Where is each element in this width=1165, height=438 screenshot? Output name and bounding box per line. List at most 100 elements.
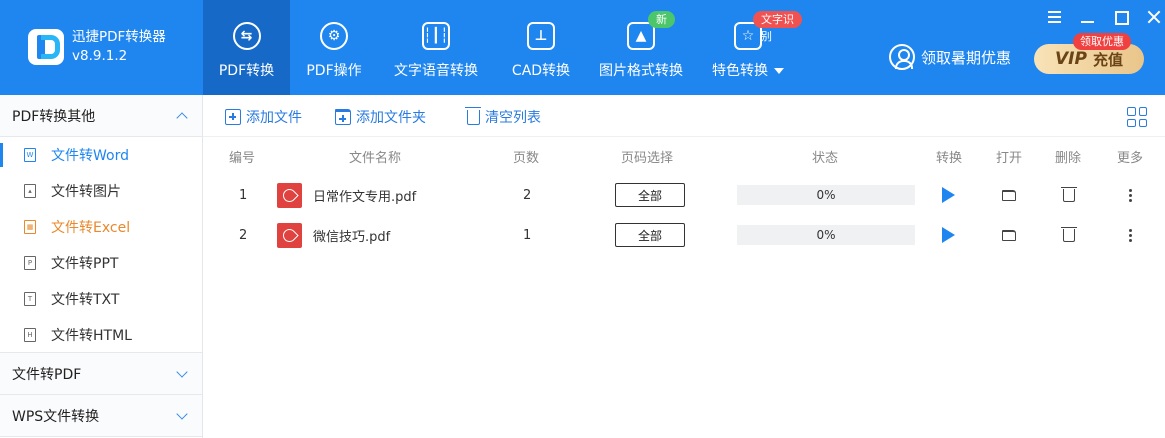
trash-icon [465, 106, 481, 125]
file-name: 微信技巧.pdf [313, 229, 391, 245]
window-controls [1031, 8, 1163, 26]
play-convert-icon[interactable] [942, 227, 955, 243]
add-folder-button[interactable]: 添加文件夹 [335, 107, 426, 127]
vip-discount-tag: 领取优惠 [1073, 33, 1131, 50]
file-name: 日常作文专用.pdf [313, 189, 417, 205]
add-file-button[interactable]: 添加文件 [225, 107, 302, 127]
sidebar-item-to-excel[interactable]: ▦ 文件转Excel [0, 209, 202, 245]
summer-promo-link[interactable]: 领取暑期优惠 [889, 44, 1011, 70]
pdf-convert-icon: ⇆ [232, 22, 261, 50]
table-row: 2 微信技巧.pdf 1 全部 0% [203, 215, 1165, 255]
delete-trash-icon[interactable] [1061, 226, 1077, 242]
chevron-down-icon [176, 407, 188, 420]
app-logo-icon [28, 29, 64, 65]
row-number: 2 [239, 227, 248, 243]
ppt-file-icon: P [24, 256, 36, 270]
file-table: 编号 文件名称 页数 页码选择 状态 转换 打开 删除 更多 1 日常作文专用.… [203, 137, 1165, 255]
nav-tab-image-format[interactable]: ▲ 图片格式转换 新 [588, 0, 694, 95]
more-options-icon[interactable] [1129, 193, 1132, 197]
html-file-icon: H [24, 328, 36, 342]
col-header-name: 文件名称 [349, 150, 402, 166]
maximize-icon[interactable] [1112, 8, 1130, 26]
col-header-range: 页码选择 [621, 150, 674, 166]
delete-trash-icon[interactable] [1061, 186, 1077, 202]
nav-tab-label: CAD转换 [511, 63, 571, 79]
sidebar-item-to-txt[interactable]: T 文件转TXT [0, 281, 202, 317]
page-range-select[interactable]: 全部 [615, 223, 685, 247]
more-options-icon[interactable] [1129, 233, 1132, 237]
clear-list-label: 清空列表 [485, 110, 541, 126]
col-header-delete: 删除 [1055, 150, 1082, 166]
user-icon [889, 44, 915, 70]
sidebar-section-wps-convert[interactable]: WPS文件转换 [0, 395, 202, 437]
promo-label: 领取暑期优惠 [921, 48, 1012, 67]
nav-tab-text-voice[interactable]: ┆┃┆ 文字语音转换 [378, 0, 494, 95]
col-header-more: 更多 [1117, 150, 1144, 166]
col-header-pages: 页数 [513, 150, 540, 166]
menu-icon[interactable] [1046, 8, 1064, 26]
nav-tab-label: PDF转换 [218, 63, 275, 79]
page-count: 1 [523, 227, 532, 243]
nav-tab-label: 特色转换 [712, 63, 768, 79]
add-folder-icon [335, 109, 351, 125]
cad-icon: ⊥ [527, 22, 555, 50]
add-file-label: 添加文件 [246, 110, 302, 126]
excel-file-icon: ▦ [24, 220, 36, 234]
open-folder-icon[interactable] [1002, 189, 1016, 201]
section-label: PDF转换其他 [12, 108, 96, 125]
sidebar-item-to-ppt[interactable]: P 文件转PPT [0, 245, 202, 281]
add-file-icon [225, 109, 241, 125]
sidebar-item-label: 文件转PPT [51, 256, 119, 272]
sidebar-item-label: 文件转Word [51, 148, 129, 164]
nav-tab-pdf-convert[interactable]: ⇆ PDF转换 [203, 0, 290, 95]
sidebar-section-pdf-convert-other[interactable]: PDF转换其他 [0, 95, 202, 137]
add-folder-label: 添加文件夹 [356, 110, 426, 126]
col-header-open: 打开 [996, 150, 1023, 166]
file-toolbar: 添加文件 添加文件夹 清空列表 [203, 95, 1165, 137]
sidebar-item-to-word[interactable]: W 文件转Word [0, 137, 202, 173]
vip-brand: VIP [1055, 49, 1087, 69]
app-version: v8.9.1.2 [72, 48, 128, 64]
chevron-down-icon [176, 365, 188, 378]
voice-wave-icon: ┆┃┆ [422, 22, 450, 50]
image-file-icon: ▴ [24, 184, 36, 198]
grid-view-icon[interactable] [1127, 107, 1147, 127]
main-nav: ⇆ PDF转换 ⚙ PDF操作 ┆┃┆ 文字语音转换 ⊥ CAD转换 ▲ 图片格… [203, 0, 802, 95]
conversion-progress: 0% [737, 185, 915, 205]
nav-tab-pdf-operate[interactable]: ⚙ PDF操作 [290, 0, 378, 95]
nav-tab-special-convert[interactable]: ☆ 特色转换 文字识别 [694, 0, 802, 95]
clear-list-button[interactable]: 清空列表 [465, 106, 541, 127]
table-row: 1 日常作文专用.pdf 2 全部 0% [203, 175, 1165, 215]
title-bar: 迅捷PDF转换器 v8.9.1.2 ⇆ PDF转换 ⚙ PDF操作 ┆┃┆ 文字… [0, 0, 1165, 95]
nav-tab-cad[interactable]: ⊥ CAD转换 [494, 0, 588, 95]
nav-tab-label: 文字语音转换 [394, 63, 478, 79]
row-number: 1 [239, 187, 248, 203]
sidebar-section-file-to-pdf[interactable]: 文件转PDF [0, 353, 202, 395]
pdf-file-icon [277, 182, 302, 208]
ocr-badge: 文字识别 [753, 11, 802, 43]
sidebar-item-label: 文件转图片 [51, 184, 121, 200]
section-label: WPS文件转换 [12, 408, 100, 425]
sidebar-item-label: 文件转HTML [51, 328, 132, 344]
sidebar: PDF转换其他 W 文件转Word ▴ 文件转图片 ▦ 文件转Excel P 文… [0, 95, 203, 438]
vip-label: 充值 [1092, 50, 1123, 69]
sidebar-subitems: W 文件转Word ▴ 文件转图片 ▦ 文件转Excel P 文件转PPT T … [0, 137, 202, 353]
caret-down-icon [774, 68, 784, 74]
sidebar-item-label: 文件转TXT [51, 292, 120, 308]
pdf-file-icon [277, 222, 302, 248]
page-count: 2 [523, 187, 532, 203]
open-folder-icon[interactable] [1002, 229, 1016, 241]
conversion-progress: 0% [737, 225, 915, 245]
nav-tab-label: PDF操作 [306, 63, 362, 79]
sidebar-item-to-image[interactable]: ▴ 文件转图片 [0, 173, 202, 209]
minimize-icon[interactable] [1079, 8, 1097, 26]
sidebar-item-to-html[interactable]: H 文件转HTML [0, 317, 202, 353]
play-convert-icon[interactable] [942, 187, 955, 203]
close-icon[interactable] [1145, 8, 1163, 26]
table-header: 编号 文件名称 页数 页码选择 状态 转换 打开 删除 更多 [203, 137, 1165, 175]
sidebar-item-label: 文件转Excel [51, 220, 131, 236]
page-range-select[interactable]: 全部 [615, 183, 685, 207]
new-badge: 新 [648, 11, 675, 28]
pdf-operate-icon: ⚙ [320, 22, 348, 50]
txt-file-icon: T [24, 292, 36, 306]
